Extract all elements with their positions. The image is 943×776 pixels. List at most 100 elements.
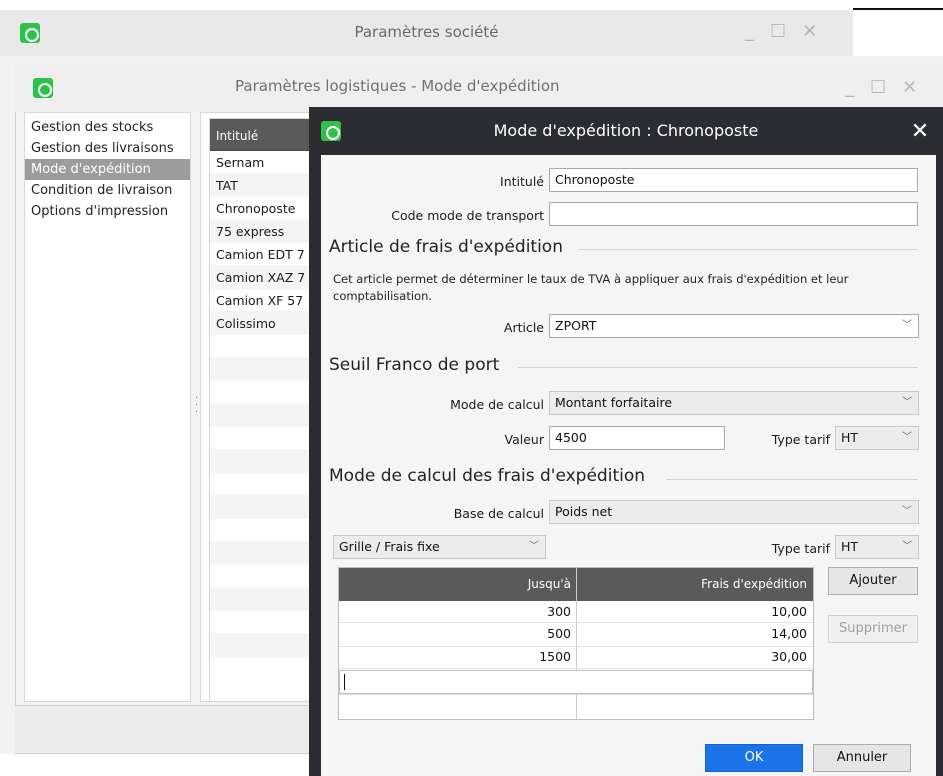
list-item[interactable]: Camion XAZ 7	[210, 266, 314, 289]
section-seuil-franco: Seuil Franco de port	[329, 355, 500, 375]
list-item[interactable]: Chronoposte	[210, 197, 314, 220]
text-cursor	[344, 674, 345, 690]
list-item-empty	[210, 473, 314, 496]
article-select[interactable]: ZPORT ﹀	[549, 314, 919, 338]
article-help-text: Cet article permet de déterminer le taux…	[333, 272, 849, 303]
window-controls: _ ☐ ✕	[845, 77, 917, 98]
maximize-icon[interactable]: ☐	[770, 21, 786, 42]
mode-calcul-select[interactable]: Montant forfaitaire ﹀	[549, 391, 919, 415]
chevron-down-icon: ﹀	[529, 541, 539, 552]
list-item[interactable]: TAT	[210, 174, 314, 197]
app-icon	[33, 78, 53, 98]
close-icon[interactable]: ✕	[906, 118, 934, 146]
list-item-empty	[210, 542, 314, 565]
chevron-down-icon: ﹀	[902, 541, 912, 552]
list-item-empty	[210, 565, 314, 588]
list-item[interactable]: 75 express	[210, 220, 314, 243]
ok-button[interactable]: OK	[705, 744, 803, 772]
list-item[interactable]: Sernam	[210, 151, 314, 174]
list-item-empty	[210, 588, 314, 611]
list-header[interactable]: Intitulé	[210, 119, 314, 151]
type-tarif-2-select[interactable]: HT ﹀	[835, 535, 919, 559]
mode-calcul-select-value: Montant forfaitaire	[555, 395, 673, 410]
list-item[interactable]: Colissimo	[210, 312, 314, 335]
list-item-empty	[210, 358, 314, 381]
list-item[interactable]: Camion XF 57	[210, 289, 314, 312]
window-bottom-edge	[0, 754, 315, 776]
list-item-empty	[210, 450, 314, 473]
article-label: Article	[503, 320, 544, 335]
dialog-title: Mode d'expédition : Chronoposte	[493, 121, 759, 140]
nav-item-gestion-livraisons[interactable]: Gestion des livraisons	[25, 138, 190, 159]
window-title-societe: Paramètres société	[354, 23, 499, 41]
ajouter-button[interactable]: Ajouter	[828, 567, 918, 595]
list-item-empty	[210, 496, 314, 519]
intitule-field[interactable]: Chronoposte	[549, 168, 918, 192]
grid-header-frais[interactable]: Frais d'expédition	[577, 568, 813, 601]
grid-cell-frais[interactable]: 30,00	[577, 647, 813, 667]
supprimer-button[interactable]: Supprimer	[828, 615, 918, 643]
maximize-icon[interactable]: ☐	[870, 77, 886, 98]
chevron-down-icon: ﹀	[902, 397, 912, 408]
grid-row-line	[339, 622, 813, 623]
valeur-label: Valeur	[504, 432, 544, 447]
list-item[interactable]: Camion EDT 7	[210, 243, 314, 266]
mode-expedition-list: Intitulé Sernam TAT Chronoposte 75 expre…	[209, 118, 315, 702]
nav-item-mode-expedition[interactable]: Mode d'expédition	[25, 159, 190, 180]
list-item-empty	[210, 634, 314, 657]
nav-item-condition-livraison[interactable]: Condition de livraison	[25, 180, 190, 201]
grid-cell-jusqua[interactable]: 300	[339, 602, 577, 622]
base-calcul-select-value: Poids net	[555, 504, 613, 519]
type-tarif-select-value: HT	[841, 430, 859, 445]
section-mode-calcul-frais: Mode de calcul des frais d'expédition	[329, 466, 646, 486]
grid-cell-jusqua[interactable]: 1500	[339, 647, 577, 667]
grid-row-line	[339, 694, 813, 695]
chevron-down-icon: ﹀	[902, 506, 912, 517]
grid-cell-jusqua[interactable]: 500	[339, 624, 577, 644]
window-title-logistiques: Paramètres logistiques - Mode d'expéditi…	[235, 77, 560, 95]
grille-frais-select-value: Grille / Frais fixe	[339, 539, 440, 554]
list-item-empty	[210, 335, 314, 358]
grid-cell-frais[interactable]: 14,00	[577, 624, 813, 644]
code-transport-field[interactable]	[549, 202, 918, 226]
grid-header-jusqua[interactable]: Jusqu'à	[339, 568, 577, 601]
section-article-frais: Article de frais d'expédition	[329, 237, 563, 257]
grid-new-row[interactable]	[339, 670, 813, 694]
chevron-down-icon: ﹀	[902, 320, 912, 331]
type-tarif-label: Type tarif	[771, 432, 830, 447]
close-icon[interactable]: ✕	[802, 21, 817, 42]
grid-row-line	[339, 668, 813, 669]
article-select-value: ZPORT	[555, 318, 597, 333]
minimize-icon[interactable]: _	[745, 21, 754, 42]
nav-item-options-impression[interactable]: Options d'impression	[25, 201, 190, 222]
list-item-empty	[210, 427, 314, 450]
window-controls: _ ☐ ✕	[745, 21, 817, 42]
grille-frais-select[interactable]: Grille / Frais fixe ﹀	[333, 535, 546, 559]
window-titlebar-societe[interactable]: Paramètres société _ ☐ ✕	[0, 10, 853, 56]
type-tarif-select[interactable]: HT ﹀	[835, 426, 919, 450]
annuler-button[interactable]: Annuler	[813, 744, 911, 772]
splitter-handle[interactable]: · · ·	[195, 394, 199, 418]
intitule-label: Intitulé	[500, 174, 544, 189]
divider	[853, 8, 943, 10]
type-tarif-2-select-value: HT	[841, 539, 859, 554]
base-calcul-select[interactable]: Poids net ﹀	[549, 500, 919, 524]
base-calcul-label: Base de calcul	[453, 506, 544, 521]
window-titlebar-logistiques[interactable]: Paramètres logistiques - Mode d'expéditi…	[15, 64, 943, 112]
list-item-empty	[210, 611, 314, 634]
code-transport-label: Code mode de transport	[391, 208, 544, 223]
type-tarif-2-label: Type tarif	[771, 541, 830, 556]
divider	[518, 367, 918, 368]
mode-calcul-label: Mode de calcul	[450, 397, 544, 412]
close-icon[interactable]: ✕	[902, 77, 917, 98]
valeur-field[interactable]: 4500	[549, 426, 725, 450]
dialog-titlebar[interactable]: Mode d'expédition : Chronoposte	[309, 107, 943, 155]
nav-item-gestion-stocks[interactable]: Gestion des stocks	[25, 117, 190, 138]
list-item-empty	[210, 519, 314, 542]
divider	[578, 249, 918, 250]
chevron-down-icon: ﹀	[902, 432, 912, 443]
divider	[666, 479, 918, 480]
grid-cell-frais[interactable]: 10,00	[577, 602, 813, 622]
list-item-empty	[210, 381, 314, 404]
minimize-icon[interactable]: _	[845, 77, 854, 98]
